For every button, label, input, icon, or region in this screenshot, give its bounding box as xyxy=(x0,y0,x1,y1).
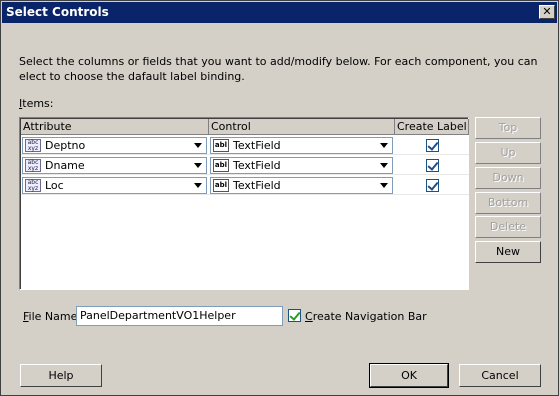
abc-xyz-icon: abc xyz xyxy=(25,139,41,152)
table-header: Attribute Control Create Label xyxy=(21,119,469,135)
control-value: TextField xyxy=(233,159,281,172)
chevron-down-icon xyxy=(194,143,202,148)
down-button[interactable]: Down xyxy=(475,167,541,189)
abc-xyz-icon: abc xyz xyxy=(25,159,41,172)
attribute-select[interactable]: abc xyz Dname xyxy=(22,157,207,174)
ok-button[interactable]: OK xyxy=(369,363,449,388)
top-button[interactable]: Top xyxy=(475,117,541,139)
control-select[interactable]: abl TextField xyxy=(210,177,393,194)
create-label-checkbox[interactable] xyxy=(426,139,439,152)
chevron-down-icon xyxy=(194,163,202,168)
abc-xyz-icon: abc xyz xyxy=(25,179,41,192)
control-value: TextField xyxy=(233,179,281,192)
table-row: abc xyz Dname abl TextField xyxy=(21,155,469,175)
cancel-button[interactable]: Cancel xyxy=(459,364,541,387)
control-select[interactable]: abl TextField xyxy=(210,137,393,154)
chevron-down-icon xyxy=(380,143,388,148)
title-bar: Select Controls ✕ xyxy=(2,2,557,23)
items-table: Attribute Control Create Label abc xyz De… xyxy=(19,117,469,290)
attribute-value: Deptno xyxy=(45,139,86,152)
textfield-icon: abl xyxy=(213,179,229,192)
create-label-checkbox[interactable] xyxy=(426,159,439,172)
textfield-icon: abl xyxy=(213,139,229,152)
table-row: abc xyz Deptno abl TextField xyxy=(21,135,469,155)
attribute-select[interactable]: abc xyz Deptno xyxy=(22,137,207,154)
dialog-title: Select Controls xyxy=(6,5,109,19)
close-icon: ✕ xyxy=(542,5,552,18)
delete-button[interactable]: Delete xyxy=(475,216,541,238)
create-label-checkbox[interactable] xyxy=(426,179,439,192)
select-controls-dialog: Select Controls ✕ Select the columns or … xyxy=(0,0,559,396)
create-navigation-bar-checkbox[interactable] xyxy=(288,309,301,322)
chevron-down-icon xyxy=(380,183,388,188)
file-name-field[interactable]: PanelDepartmentVO1Helper xyxy=(76,306,283,326)
items-label: Items: xyxy=(19,97,54,110)
column-header-control[interactable]: Control xyxy=(209,119,395,135)
control-value: TextField xyxy=(233,139,281,152)
textfield-icon: abl xyxy=(213,159,229,172)
attribute-value: Loc xyxy=(45,179,64,192)
column-header-attribute[interactable]: Attribute xyxy=(21,119,209,135)
chevron-down-icon xyxy=(194,183,202,188)
file-name-label: File Name xyxy=(23,310,78,323)
close-button[interactable]: ✕ xyxy=(539,5,555,19)
new-button[interactable]: New xyxy=(475,241,541,263)
table-row: abc xyz Loc abl TextField xyxy=(21,175,469,195)
instructions-text: Select the columns or fields that you wa… xyxy=(19,55,538,83)
create-navigation-bar-label: Create Navigation Bar xyxy=(305,310,427,323)
up-button[interactable]: Up xyxy=(475,142,541,164)
chevron-down-icon xyxy=(380,163,388,168)
attribute-select[interactable]: abc xyz Loc xyxy=(22,177,207,194)
bottom-button[interactable]: Bottom xyxy=(475,192,541,214)
attribute-value: Dname xyxy=(45,159,85,172)
column-header-create-label[interactable]: Create Label xyxy=(395,119,469,135)
help-button[interactable]: Help xyxy=(20,364,102,387)
control-select[interactable]: abl TextField xyxy=(210,157,393,174)
